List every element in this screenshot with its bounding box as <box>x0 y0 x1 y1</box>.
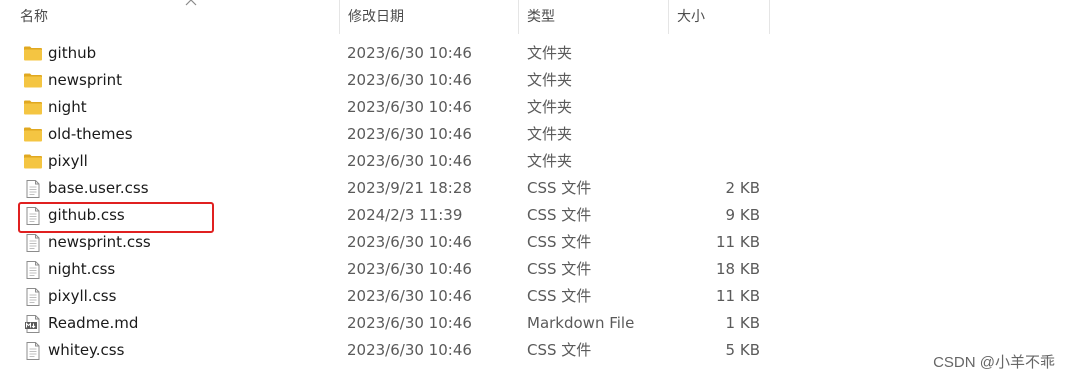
folder-icon <box>23 67 43 94</box>
file-size <box>680 121 760 148</box>
file-type: 文件夹 <box>527 98 573 116</box>
file-row[interactable]: github 2023/6/30 10:46 文件夹 <box>0 40 780 67</box>
file-modified-date: 2023/6/30 10:46 <box>347 287 472 305</box>
file-explorer-window: 名称 修改日期 类型 大小 github 2023/6/30 10:46 文件夹 ne… <box>0 0 1071 380</box>
file-name: base.user.css <box>48 179 149 197</box>
file-size: 18 KB <box>716 260 760 278</box>
file-row[interactable]: github.css 2024/2/3 11:39 CSS 文件 9 KB <box>0 202 780 229</box>
file-type: CSS 文件 <box>527 179 592 197</box>
column-header-type[interactable]: 类型 <box>519 0 669 34</box>
column-header-name[interactable]: 名称 <box>14 0 340 34</box>
file-type: 文件夹 <box>527 71 573 89</box>
file-row[interactable]: newsprint.css 2023/6/30 10:46 CSS 文件 11 KB <box>0 229 780 256</box>
file-name: github <box>48 44 97 62</box>
file-modified-date: 2023/6/30 10:46 <box>347 44 472 62</box>
file-modified-date: 2023/6/30 10:46 <box>347 152 472 170</box>
file-type: CSS 文件 <box>527 341 592 359</box>
file-name: newsprint.css <box>48 233 151 251</box>
column-header-name-label: 名称 <box>20 9 48 25</box>
file-type: CSS 文件 <box>527 260 592 278</box>
file-size <box>680 94 760 121</box>
file-modified-date: 2023/6/30 10:46 <box>347 71 472 89</box>
file-size: 1 KB <box>725 314 760 332</box>
file-icon <box>23 256 43 283</box>
column-header-date[interactable]: 修改日期 <box>340 0 519 34</box>
file-type: CSS 文件 <box>527 206 592 224</box>
file-icon <box>23 283 43 310</box>
file-modified-date: 2023/6/30 10:46 <box>347 233 472 251</box>
file-row[interactable]: pixyll 2023/6/30 10:46 文件夹 <box>0 148 780 175</box>
file-row[interactable]: night.css 2023/6/30 10:46 CSS 文件 18 KB <box>0 256 780 283</box>
file-name: newsprint <box>48 71 123 89</box>
file-size: 2 KB <box>725 179 760 197</box>
folder-icon <box>23 94 43 121</box>
column-header-date-label: 修改日期 <box>348 9 404 25</box>
file-row[interactable]: newsprint 2023/6/30 10:46 文件夹 <box>0 67 780 94</box>
file-type: 文件夹 <box>527 125 573 143</box>
file-row[interactable]: night 2023/6/30 10:46 文件夹 <box>0 94 780 121</box>
column-header-bar: 名称 修改日期 类型 大小 <box>0 0 770 34</box>
file-list: github 2023/6/30 10:46 文件夹 newsprint 2023/6/… <box>0 40 780 364</box>
file-modified-date: 2023/9/21 18:28 <box>347 179 472 197</box>
file-size: 11 KB <box>716 233 760 251</box>
file-row[interactable]: Readme.md 2023/6/30 10:46 Markdown File 1 K… <box>0 310 780 337</box>
file-name: old-themes <box>48 125 133 143</box>
file-modified-date: 2024/2/3 11:39 <box>347 206 463 224</box>
file-modified-date: 2023/6/30 10:46 <box>347 125 472 143</box>
file-type: 文件夹 <box>527 152 573 170</box>
file-icon <box>23 202 43 229</box>
file-modified-date: 2023/6/30 10:46 <box>347 314 472 332</box>
file-row[interactable]: whitey.css 2023/6/30 10:46 CSS 文件 5 KB <box>0 337 780 364</box>
file-icon <box>23 175 43 202</box>
file-name: github.css <box>48 206 125 224</box>
file-icon <box>23 229 43 256</box>
file-name: pixyll.css <box>48 287 117 305</box>
file-size <box>680 67 760 94</box>
file-modified-date: 2023/6/30 10:46 <box>347 260 472 278</box>
file-type: Markdown File <box>527 314 635 332</box>
folder-icon <box>23 148 43 175</box>
column-header-type-label: 类型 <box>527 9 555 25</box>
column-header-size-label: 大小 <box>677 9 705 25</box>
file-name: whitey.css <box>48 341 125 359</box>
file-row[interactable]: old-themes 2023/6/30 10:46 文件夹 <box>0 121 780 148</box>
markdown-icon <box>23 310 43 337</box>
watermark: CSDN @小羊不乖 <box>933 354 1055 371</box>
file-type: CSS 文件 <box>527 287 592 305</box>
file-name: night.css <box>48 260 116 278</box>
file-row[interactable]: pixyll.css 2023/6/30 10:46 CSS 文件 11 KB <box>0 283 780 310</box>
file-modified-date: 2023/6/30 10:46 <box>347 98 472 116</box>
folder-icon <box>23 121 43 148</box>
file-size: 9 KB <box>725 206 760 224</box>
file-size <box>680 40 760 67</box>
folder-icon <box>23 40 43 67</box>
file-size <box>680 148 760 175</box>
file-type: 文件夹 <box>527 44 573 62</box>
file-size: 5 KB <box>725 341 760 359</box>
file-name: night <box>48 98 87 116</box>
file-modified-date: 2023/6/30 10:46 <box>347 341 472 359</box>
column-header-size[interactable]: 大小 <box>669 0 770 34</box>
file-type: CSS 文件 <box>527 233 592 251</box>
file-icon <box>23 337 43 364</box>
file-row[interactable]: base.user.css 2023/9/21 18:28 CSS 文件 2 KB <box>0 175 780 202</box>
file-name: pixyll <box>48 152 88 170</box>
file-size: 11 KB <box>716 287 760 305</box>
sort-ascending-icon <box>185 0 197 6</box>
file-name: Readme.md <box>48 314 139 332</box>
